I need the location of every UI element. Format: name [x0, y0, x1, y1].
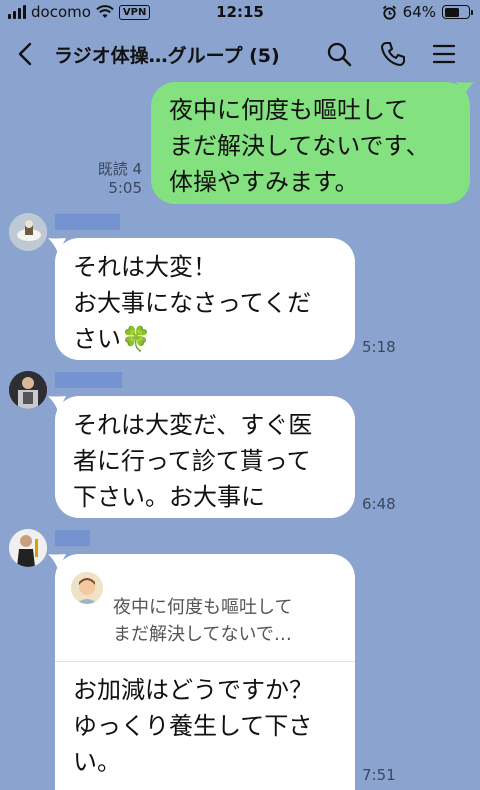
- message-line: それは大変！: [73, 253, 217, 281]
- quoted-text: 夜中に何度も嘔吐して まだ解決してないで…: [113, 594, 345, 648]
- alarm-icon: [382, 5, 396, 20]
- message-line: お加減はどうですか？: [73, 676, 313, 704]
- message-bubble-outgoing[interactable]: 夜中に何度も嘔吐して まだ解決してないです、 体操やすみます。: [151, 82, 470, 204]
- avatar[interactable]: [9, 529, 47, 567]
- message-time: 5:05: [108, 179, 142, 197]
- message-time: 6:48: [362, 495, 396, 513]
- chat-title: ラジオ体操…グループ (5): [54, 45, 280, 67]
- message-bubble-incoming[interactable]: それは大変だ、すぐ医 者に行って診て貰って 下さい。お大事に: [55, 396, 355, 518]
- message-line: 下さい。お大事に: [73, 483, 265, 511]
- message-line: い。: [73, 748, 121, 776]
- message-line: さい🍀: [73, 325, 151, 353]
- avatar[interactable]: [9, 213, 47, 251]
- quoted-message[interactable]: 夜中に何度も嘔吐して まだ解決してないで…: [55, 554, 355, 662]
- message-line: ゆっくり養生して下さ: [73, 712, 313, 740]
- search-icon[interactable]: [325, 40, 353, 68]
- battery-icon: [442, 5, 473, 19]
- bubble-tail: [456, 82, 474, 98]
- quote-line: 夜中に何度も嘔吐して: [113, 597, 293, 618]
- message-bubble-reply[interactable]: 夜中に何度も嘔吐して まだ解決してないで… お加減はどうですか？ ゆっくり養生し…: [55, 554, 355, 790]
- sender-name-redacted: [55, 372, 122, 388]
- chat-header: ラジオ体操…グループ (5): [0, 30, 480, 78]
- reply-text: お加減はどうですか？ ゆっくり養生して下さ い。: [73, 672, 355, 780]
- sender-name-redacted: [55, 530, 90, 546]
- quote-avatar: [71, 572, 103, 604]
- message-time: 5:18: [362, 338, 396, 356]
- battery-percent: 64%: [402, 3, 436, 21]
- status-right: 64%: [382, 3, 473, 21]
- message-line: それは大変だ、すぐ医: [73, 411, 313, 439]
- message-time: 7:51: [362, 766, 396, 784]
- message-line: 夜中に何度も嘔吐して: [169, 96, 409, 124]
- message-line: 体操やすみます。: [169, 168, 359, 196]
- menu-icon[interactable]: [430, 40, 458, 68]
- message-line: 者に行って診て貰って: [73, 447, 311, 475]
- chevron-left-icon[interactable]: [14, 40, 38, 68]
- message-meta: 既読 4 5:05: [90, 160, 142, 198]
- message-line: まだ解決してないです、: [169, 132, 430, 160]
- read-receipt: 既読 4: [97, 160, 142, 178]
- quote-line: まだ解決してないで…: [113, 624, 292, 645]
- phone-icon[interactable]: [379, 40, 407, 68]
- status-bar: docomo VPN 12:15 64%: [0, 0, 480, 26]
- avatar[interactable]: [9, 371, 47, 409]
- message-line: お大事になさってくだ: [73, 289, 312, 317]
- message-bubble-incoming[interactable]: それは大変！ お大事になさってくだ さい🍀: [55, 238, 355, 360]
- sender-name-redacted: [55, 214, 120, 230]
